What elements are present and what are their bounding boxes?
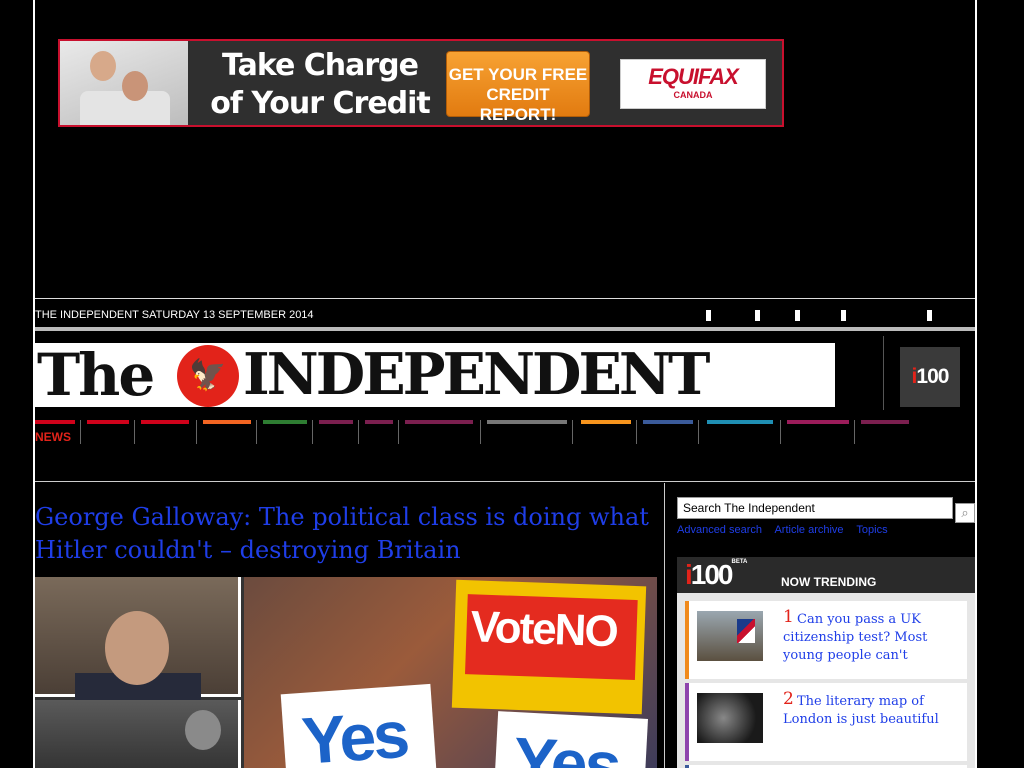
search-icon[interactable]: ⌕ [955,503,975,523]
advanced-search-link[interactable]: Advanced search [677,524,762,536]
credit-ad-banner[interactable]: Take Charge of Your Credit GET YOUR FREE… [58,39,784,127]
sidebar: Search The Independent ⌕ Advanced search… [675,483,975,768]
trending-item[interactable]: 1 Can you pass a UK citizenship test? Mo… [685,601,967,679]
utility-link[interactable] [794,309,801,322]
ad-photo [60,41,188,125]
ad-cta-button[interactable]: GET YOUR FREE CREDIT REPORT! [446,51,590,124]
vote-no-sign: VoteNO [451,579,647,715]
nav-item[interactable] [787,420,855,444]
article-headline[interactable]: George Galloway: The political class is … [35,501,655,567]
nav-item[interactable] [643,420,699,444]
nav-item[interactable] [487,420,573,444]
utility-link[interactable] [754,309,761,322]
ad-headline: Take Charge of Your Credit [210,48,431,121]
nav-item[interactable] [365,420,399,444]
rally-photo: VoteNO Yes Yes [244,577,657,768]
nav-item[interactable] [141,420,197,444]
section-nav: NEWS [35,410,975,482]
portrait-photo [35,577,241,703]
nav-item[interactable] [203,420,257,444]
date-line: THE INDEPENDENT SATURDAY 13 SEPTEMBER 20… [35,309,314,321]
utility-link[interactable] [926,309,933,322]
site-logo[interactable]: The 🦅 INDEPENDENT [35,343,835,407]
masthead: The 🦅 INDEPENDENT i100 [35,336,975,410]
i100-box: i100 [883,336,975,410]
search-input[interactable]: Search The Independent [677,497,953,519]
topics-link[interactable]: Topics [856,524,887,536]
trending-thumbnail[interactable] [697,611,763,661]
utility-link[interactable] [705,309,712,322]
yes-sign: Yes [494,711,648,768]
trending-item[interactable]: 2 The literary map of London is just bea… [685,683,967,761]
article-archive-link[interactable]: Article archive [774,524,843,536]
nav-item[interactable] [405,420,481,444]
nav-item[interactable] [707,420,781,444]
nav-item[interactable] [263,420,313,444]
eagle-icon: 🦅 [177,345,239,407]
nav-item[interactable] [319,420,359,444]
trending-title: NOW TRENDING [781,575,877,589]
trending-headline[interactable]: Can you pass a UK citizenship test? Most… [783,611,963,665]
archive-photo [35,700,241,768]
trending-headline[interactable]: The literary map of London is just beaut… [783,693,963,729]
ad-brand-logo: EQUIFAX CANADA [620,59,766,109]
nav-item[interactable] [861,420,911,444]
nav-item[interactable] [581,420,637,444]
nav-item-news[interactable]: NEWS [35,420,81,444]
lead-image[interactable]: VoteNO Yes Yes [35,577,657,768]
yes-sign: Yes [280,683,438,768]
nav-item[interactable] [87,420,135,444]
date-bar: THE INDEPENDENT SATURDAY 13 SEPTEMBER 20… [35,298,975,331]
i100-trending-logo[interactable]: i100BETA [685,559,747,591]
trending-thumbnail[interactable] [697,693,763,743]
trending-panel: i100BETA NOW TRENDING 1 Can you pass a U… [677,557,975,768]
search-links: Advanced search Article archive Topics [677,524,898,536]
page-frame: Take Charge of Your Credit GET YOUR FREE… [33,0,977,768]
utility-link[interactable] [840,309,847,322]
lead-article: George Galloway: The political class is … [35,483,665,768]
trending-header: i100BETA NOW TRENDING [677,557,975,593]
i100-logo[interactable]: i100 [900,347,960,407]
